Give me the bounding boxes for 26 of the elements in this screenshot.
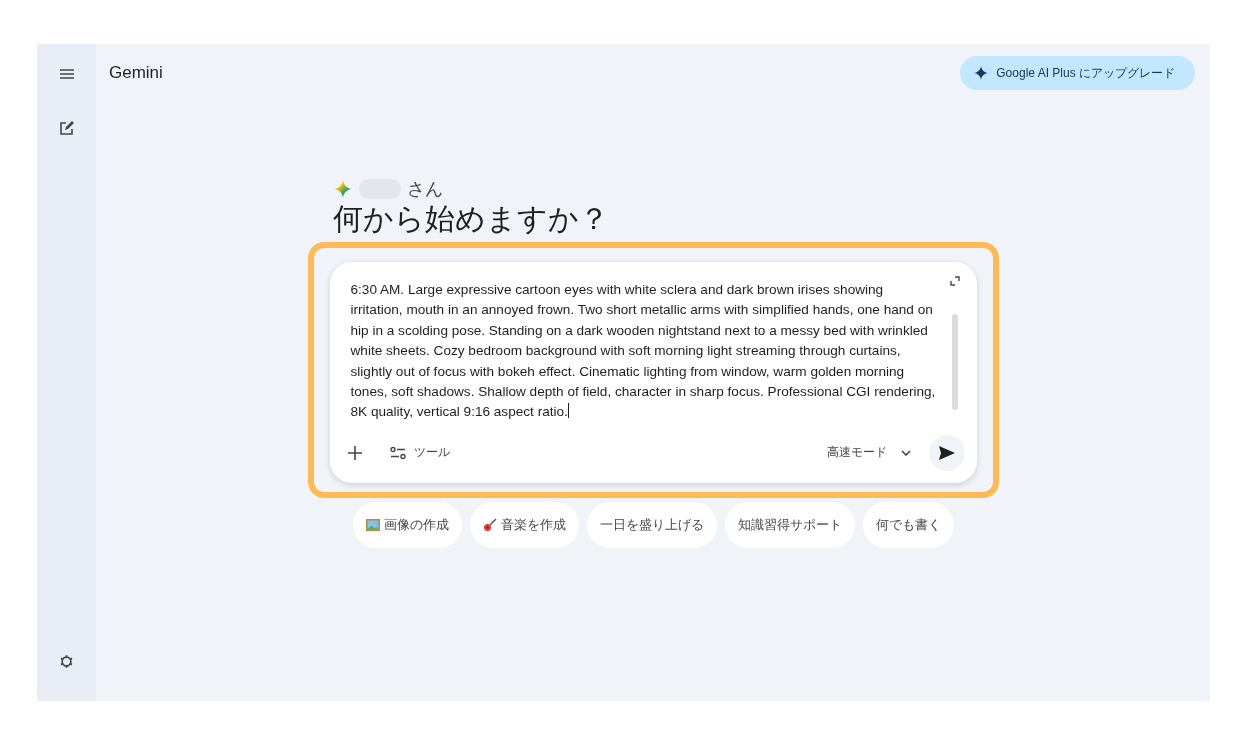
app-title: Gemini: [109, 63, 163, 83]
chevron-down-icon: [900, 449, 911, 456]
menu-icon: [59, 69, 74, 79]
headline: 何から始めますか？: [333, 201, 610, 237]
edit-icon: [59, 120, 74, 136]
send-button[interactable]: [928, 434, 965, 471]
tools-icon: [389, 445, 406, 460]
prompt-field[interactable]: 6:30 AM. Large expressive cartoon eyes with white sclera and dark brown irises showing irritation, mouth in an annoyed frown. Two short metallic arms with simplified hands, one hand on hip in a scolding pose. Standing on a dark wooden nightstand next to a messy bed with wrinkled white sheets. Cozy bedroom background with soft morning light streaming through curtains, slightly out of focus with bokeh effect. Cinematic lighting from window, warm golden morning tones, soft shadows. Shallow depth of field, character in sharp focus. Professional CGI rendering, 8K quality, vertical 9:16 aspect ratio.: [350, 276, 939, 423]
send-icon: [938, 445, 955, 460]
guitar-icon: [482, 517, 497, 532]
picture-icon: [365, 518, 380, 531]
sparkle-icon: [974, 66, 989, 80]
scrollbar[interactable]: [951, 314, 958, 410]
suggestion-chip[interactable]: 一日を盛り上げる: [586, 501, 717, 548]
suggestion-chip[interactable]: 何でも書く: [862, 501, 954, 548]
suggestion-chip[interactable]: 知識習得サポート: [724, 501, 855, 548]
suggestion-chip[interactable]: 画像の作成: [352, 501, 462, 548]
greeting-text: さん: [407, 178, 443, 201]
mode-dropdown[interactable]: 高速モード: [822, 440, 915, 466]
settings-icon: [59, 653, 74, 669]
suggestion-chip[interactable]: 音楽を作成: [469, 501, 579, 548]
plus-icon: [347, 445, 362, 460]
expand-icon[interactable]: [949, 276, 960, 286]
tools-button[interactable]: ツール: [385, 440, 454, 466]
sparkle-icon: [333, 179, 353, 199]
upgrade-button[interactable]: Google AI Plus にアップグレード: [960, 56, 1195, 90]
